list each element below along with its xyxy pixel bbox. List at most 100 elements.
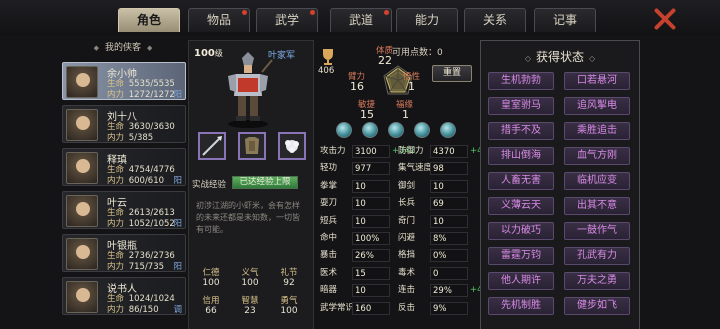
mp-key: 内力	[107, 219, 125, 229]
stat-value: 10	[352, 284, 390, 298]
gem-slot-3[interactable]	[388, 122, 404, 138]
hero-tag: 调	[173, 305, 182, 315]
virtue-5: 勇气 100	[270, 294, 308, 316]
stat-label: 长兵	[398, 198, 416, 209]
hero-mp: 内力 1272/1272	[107, 90, 175, 100]
stat-value: 98	[430, 162, 468, 176]
hero-card[interactable]: 余小帅 生命 5535/5535 内力 1272/1272 阳	[62, 62, 186, 100]
buff-item[interactable]: 生机勃勃	[488, 72, 554, 90]
buff-item[interactable]: 先机制胜	[488, 297, 554, 315]
stat-value: 4370	[430, 145, 468, 158]
fortune-value: 1	[402, 108, 409, 121]
virtue-1: 义气 100	[231, 266, 269, 288]
stat-label: 闪避	[398, 233, 416, 243]
agility-value: 15	[360, 108, 374, 121]
buff-item[interactable]: 乘胜追击	[564, 122, 630, 140]
buff-item[interactable]: 口若悬河	[564, 72, 630, 90]
stat-label: 防御力	[398, 146, 424, 156]
virtue-label: 仁德	[202, 268, 220, 278]
stat-label: 短兵	[320, 215, 338, 226]
tab-2[interactable]: 武学	[256, 8, 318, 32]
mp-key: 内力	[107, 176, 125, 186]
accessory-slot[interactable]	[278, 132, 306, 160]
exp-status: 已达经验上限	[239, 177, 291, 187]
gem-slot-4[interactable]	[414, 122, 430, 138]
buff-item[interactable]: 他人期许	[488, 272, 554, 290]
gem-slot-5[interactable]	[440, 122, 456, 138]
stat-label: 格挡	[398, 250, 416, 261]
buff-item[interactable]: 皇室驸马	[488, 97, 554, 115]
notification-dot	[242, 10, 247, 15]
tab-5[interactable]: 关系	[464, 8, 526, 32]
armor-icon	[245, 137, 259, 154]
buff-item[interactable]: 孔武有力	[564, 247, 630, 265]
buff-item[interactable]: 健步如飞	[564, 297, 630, 315]
hero-card[interactable]: 释瑱 生命 4754/4776 内力 600/610 阳	[62, 148, 186, 186]
stat-value: 0%	[430, 249, 468, 263]
roster-title: 我的侠客	[66, 40, 180, 56]
virtue-value: 92	[283, 278, 295, 288]
buff-item[interactable]: 追风掣电	[564, 97, 630, 115]
tab-6[interactable]: 记事	[534, 8, 596, 32]
buff-item[interactable]: 一鼓作气	[564, 222, 630, 240]
armor-slot[interactable]	[238, 132, 266, 160]
tab-3[interactable]: 武道	[330, 8, 392, 32]
hero-card[interactable]: 刘十八 生命 3630/3630 内力 5/385	[62, 105, 186, 143]
exp-label: 实战经验	[192, 180, 227, 190]
buff-item[interactable]: 血气方刚	[564, 147, 630, 165]
virtue-4: 智慧 23	[231, 294, 269, 316]
virtue-value: 100	[241, 278, 259, 288]
stat-value: 10	[352, 214, 390, 228]
virtue-label: 智慧	[241, 296, 259, 306]
hero-portrait	[66, 195, 98, 227]
hero-tag: 阳	[173, 219, 182, 229]
constitution-value: 22	[378, 54, 392, 67]
buff-item[interactable]: 临机应变	[564, 172, 630, 190]
hero-tag: 阳	[173, 90, 182, 100]
hero-mp: 内力 86/150	[107, 305, 159, 315]
hero-tag: 阳	[173, 176, 182, 186]
buff-item[interactable]: 以力破巧	[488, 222, 554, 240]
buff-item[interactable]: 人畜无害	[488, 172, 554, 190]
reset-button[interactable]: 重置	[432, 65, 472, 82]
stat-label: 攻击力	[320, 146, 346, 156]
hero-card[interactable]: 说书人 生命 1024/1024 内力 86/150 调	[62, 277, 186, 315]
hero-portrait	[66, 152, 98, 184]
stat-value: 10	[352, 197, 390, 211]
strength-value: 16	[350, 80, 364, 93]
stat-value: 29%	[430, 284, 468, 298]
virtue-grid: 仁德 100 义气 100 礼节 92 信用 66 智慧 23 勇气 100	[192, 266, 308, 322]
buff-item[interactable]: 出其不意	[564, 197, 630, 215]
buff-item[interactable]: 雷霆万钧	[488, 247, 554, 265]
virtue-label: 义气	[241, 268, 259, 278]
stat-value: 10	[430, 214, 468, 228]
tab-4[interactable]: 能力	[396, 8, 458, 32]
close-icon[interactable]	[652, 6, 678, 32]
stat-label: 毒术	[398, 267, 416, 278]
buff-item[interactable]: 万夫之勇	[564, 272, 630, 290]
stat-label: 奇门	[398, 215, 416, 226]
tab-1[interactable]: 物品	[188, 8, 250, 32]
hero-card[interactable]: 叶银瓶 生命 2736/2736 内力 715/735 阳	[62, 234, 186, 272]
buff-item[interactable]: 措手不及	[488, 122, 554, 140]
notification-dot	[384, 10, 389, 15]
spear-icon	[202, 136, 222, 156]
stat-value: 977	[352, 162, 390, 176]
buff-item[interactable]: 义薄云天	[488, 197, 554, 215]
character-sprite	[228, 52, 273, 128]
notification-dot	[310, 10, 315, 15]
flower-icon	[285, 140, 299, 153]
gem-slot-1[interactable]	[336, 122, 352, 138]
gem-slot-2[interactable]	[362, 122, 378, 138]
hero-mp: 内力 715/735	[107, 262, 165, 272]
tab-0[interactable]: 角色	[118, 8, 180, 32]
virtue-3: 信用 66	[192, 294, 230, 316]
stat-label: 武学常识	[320, 302, 355, 313]
weapon-slot[interactable]	[198, 132, 226, 160]
stat-value: 26%	[352, 249, 390, 263]
hero-card[interactable]: 叶云 生命 2613/2613 内力 1052/1052 阳	[62, 191, 186, 229]
hero-portrait	[66, 66, 98, 98]
stat-label: 御剑	[398, 180, 416, 191]
buff-item[interactable]: 排山倒海	[488, 147, 554, 165]
stat-label: 反击	[398, 302, 416, 313]
